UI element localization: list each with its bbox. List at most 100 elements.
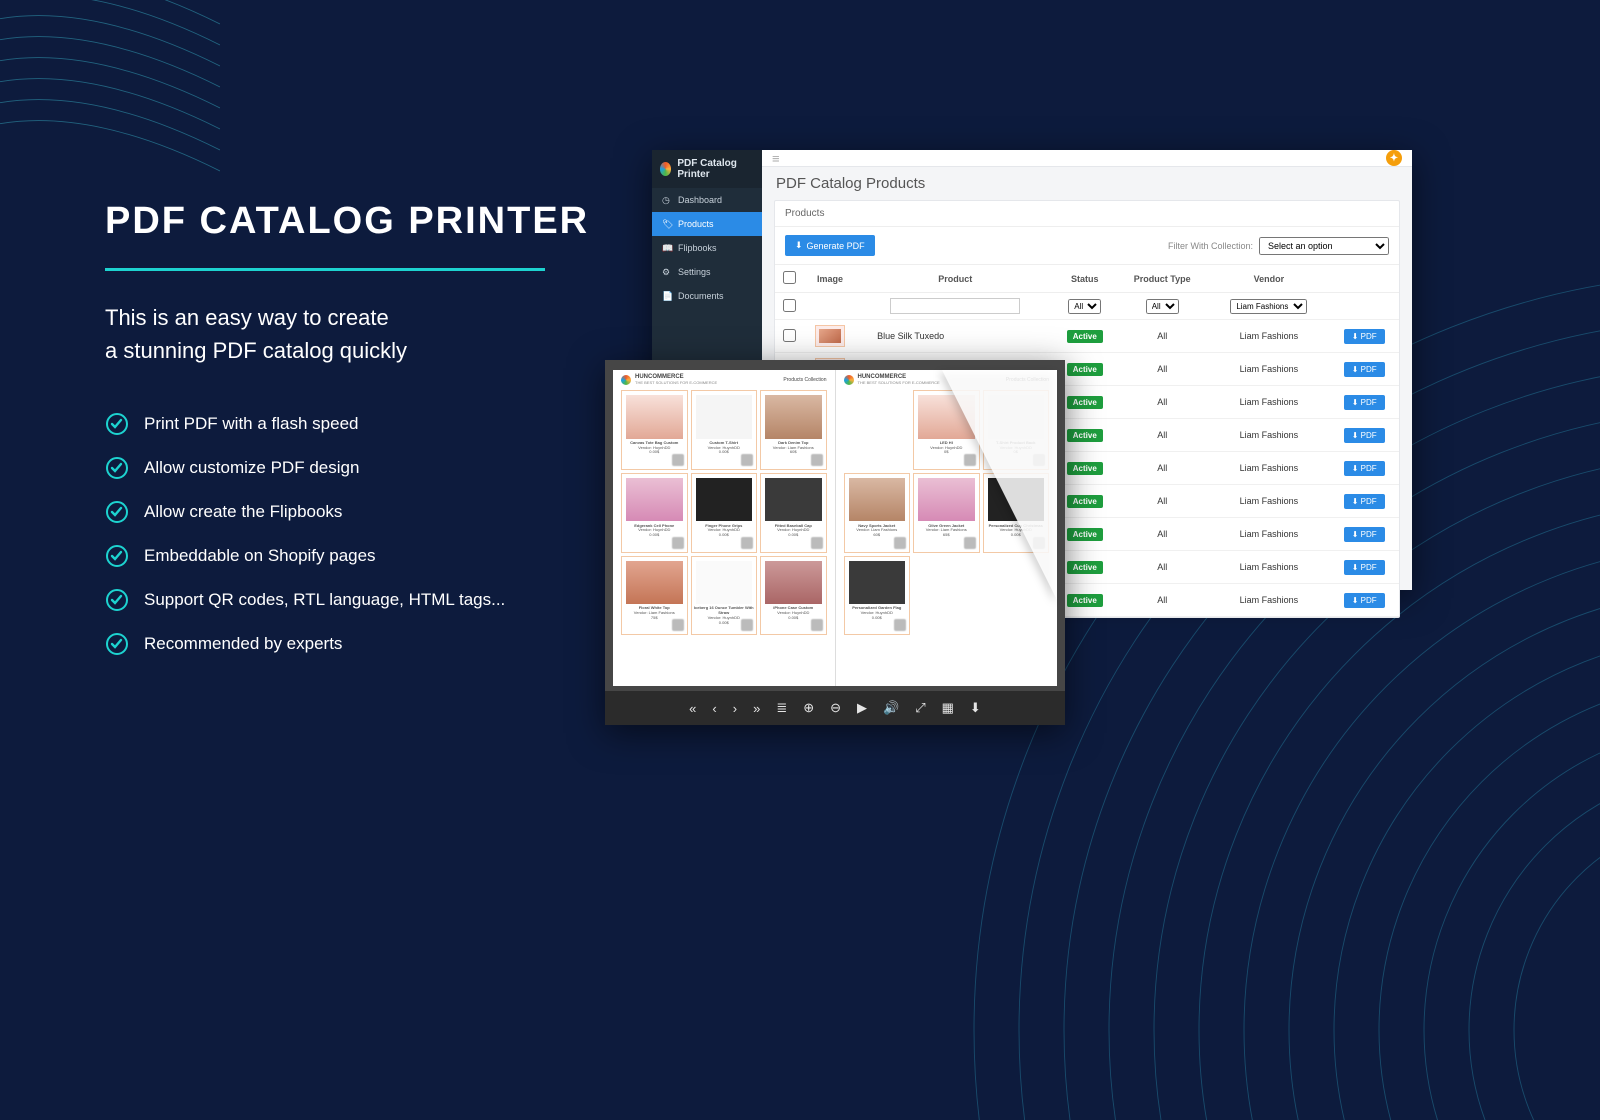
products-icon: 🏷 [662,219,672,229]
status-filter[interactable]: All [1068,299,1101,314]
vendor-cell: Liam Fashions [1208,386,1329,419]
status-badge: Active [1067,561,1103,574]
row-pdf-button[interactable]: ⬇ PDF [1344,329,1385,344]
play-icon[interactable]: ▶ [857,700,867,716]
row-pdf-button[interactable]: ⬇ PDF [1344,362,1385,377]
qr-icon [741,454,753,466]
filter-select[interactable]: Select an option [1259,237,1389,255]
check-icon [105,412,129,436]
flipbook-toolbar: « ‹ › » ≣ ⊕ ⊖ ▶ 🔊 ⤢ ▦ ⬇ [605,691,1065,725]
qr-icon [811,454,823,466]
brand-logo-icon [660,162,671,176]
catalog-cell: Dark Denim TopVendor: Liam Fashions60$ [760,390,827,470]
product-photo [626,478,683,522]
row-pdf-button[interactable]: ⬇ PDF [1344,395,1385,410]
sidebar-item-products[interactable]: 🏷Products [652,212,762,236]
qr-icon [672,619,684,631]
product-photo [696,478,753,522]
row-pdf-button[interactable]: ⬇ PDF [1344,593,1385,608]
catalog-cell: Personalized Garden FlagVendor: HuynhDD0… [844,556,911,636]
divider [105,268,545,271]
check-icon [105,632,129,656]
product-photo [696,561,753,605]
vendor-filter[interactable]: Liam Fashions [1230,299,1307,314]
row-checkbox[interactable] [783,329,796,342]
vendor-cell: Liam Fashions [1208,320,1329,353]
download-icon[interactable]: ⬇ [970,700,981,716]
status-badge: Active [1067,330,1103,343]
dashboard-icon: ◷ [662,195,672,205]
last-icon[interactable]: » [753,701,760,716]
feature-item: Embeddable on Shopify pages [105,544,605,568]
product-photo [696,395,753,439]
sound-icon[interactable]: 🔊 [883,700,899,716]
qr-icon [672,454,684,466]
row-pdf-button[interactable]: ⬇ PDF [1344,428,1385,443]
vendor-cell: Liam Fashions [1208,485,1329,518]
page-curl [942,370,1057,600]
row-pdf-button[interactable]: ⬇ PDF [1344,560,1385,575]
column-product: Product [857,265,1053,293]
product-thumb [815,325,845,347]
sidebar-item-dashboard[interactable]: ◷Dashboard [652,188,762,212]
row-pdf-button[interactable]: ⬇ PDF [1344,461,1385,476]
sidebar-nav: ◷Dashboard🏷Products📖Flipbooks⚙Settings📄D… [652,188,762,308]
zoom-in-icon[interactable]: ⊕ [803,700,814,716]
sidebar-item-documents[interactable]: 📄Documents [652,284,762,308]
type-cell: All [1116,419,1208,452]
feature-text: Allow create the Flipbooks [144,502,342,522]
table-row: Blue Silk Tuxedo Active All Liam Fashion… [775,320,1399,353]
next-icon[interactable]: › [733,701,737,716]
row-pdf-button[interactable]: ⬇ PDF [1344,527,1385,542]
feature-item: Print PDF with a flash speed [105,412,605,436]
column-action [1329,265,1399,293]
wave-top-left [0,0,220,220]
prev-icon[interactable]: ‹ [712,701,716,716]
search-product-input[interactable] [890,298,1020,314]
fullscreen-icon[interactable]: ⤢ [915,700,925,716]
feature-item: Allow customize PDF design [105,456,605,480]
type-cell: All [1116,353,1208,386]
check-icon [105,500,129,524]
app-brand: PDF Catalog Printer [652,150,762,188]
type-cell: All [1116,320,1208,353]
column-vendor: Vendor [1208,265,1329,293]
first-icon[interactable]: « [689,701,696,716]
flipbook-page-left: HUNCOMMERCETHE BEST SOLUTIONS FOR E-COMM… [613,370,836,686]
catalog-cell: Fitted Baseball CapVendor: HuynhDD0.00$ [760,473,827,553]
marketing-copy: PDF CATALOG PRINTER This is an easy way … [105,200,605,676]
product-photo [626,561,683,605]
check-icon [105,588,129,612]
sidebar-item-flipbooks[interactable]: 📖Flipbooks [652,236,762,260]
vendor-cell: Liam Fashions [1208,518,1329,551]
select-all-checkbox[interactable] [783,271,796,284]
product-photo [849,478,906,522]
row-pdf-button[interactable]: ⬇ PDF [1344,494,1385,509]
zoom-out-icon[interactable]: ⊖ [830,700,841,716]
type-cell: All [1116,386,1208,419]
feature-item: Support QR codes, RTL language, HTML tag… [105,588,605,612]
headline: PDF CATALOG PRINTER [105,200,605,243]
type-filter[interactable]: All [1146,299,1179,314]
check-icon [105,544,129,568]
type-cell: All [1116,551,1208,584]
thumbnails-icon[interactable]: ▦ [942,700,954,716]
hamburger-icon[interactable]: ≡ [772,151,780,166]
page-logo-icon [621,375,631,385]
qr-icon [894,537,906,549]
pro-badge-icon[interactable]: ✦ [1386,150,1402,166]
flipbooks-icon: 📖 [662,243,672,253]
status-badge: Active [1067,528,1103,541]
page-collection: Products Collection [783,377,826,383]
status-badge: Active [1067,429,1103,442]
qr-icon [672,537,684,549]
sidebar-item-settings[interactable]: ⚙Settings [652,260,762,284]
qr-icon [741,619,753,631]
status-badge: Active [1067,396,1103,409]
type-cell: All [1116,485,1208,518]
qr-icon [741,537,753,549]
generate-pdf-button[interactable]: ⬇ Generate PDF [785,235,875,256]
row-checkbox[interactable] [783,299,796,312]
toc-icon[interactable]: ≣ [776,700,787,716]
check-icon [105,456,129,480]
